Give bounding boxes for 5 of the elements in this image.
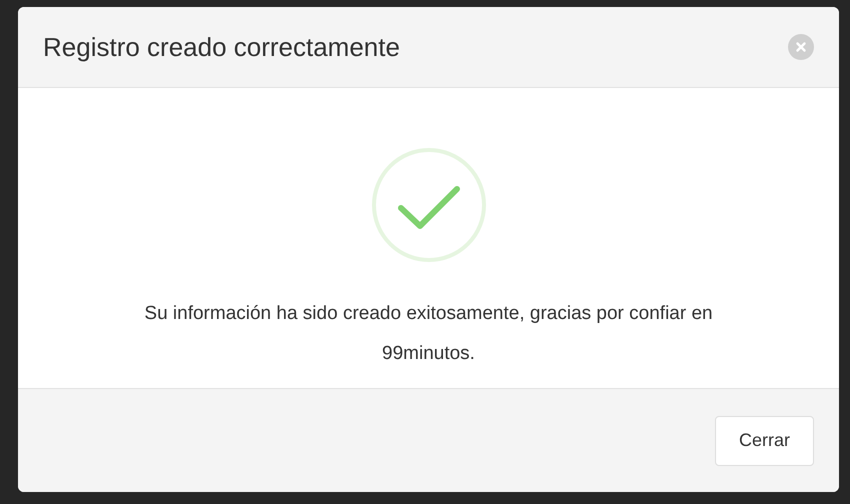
check-icon	[372, 148, 486, 262]
dialog-title: Registro creado correctamente	[43, 32, 400, 62]
close-button[interactable]: Cerrar	[715, 416, 814, 466]
close-icon[interactable]	[788, 34, 814, 60]
success-message: Su información ha sido creado exitosamente, gracias por confiar en 99minutos.	[143, 302, 714, 366]
